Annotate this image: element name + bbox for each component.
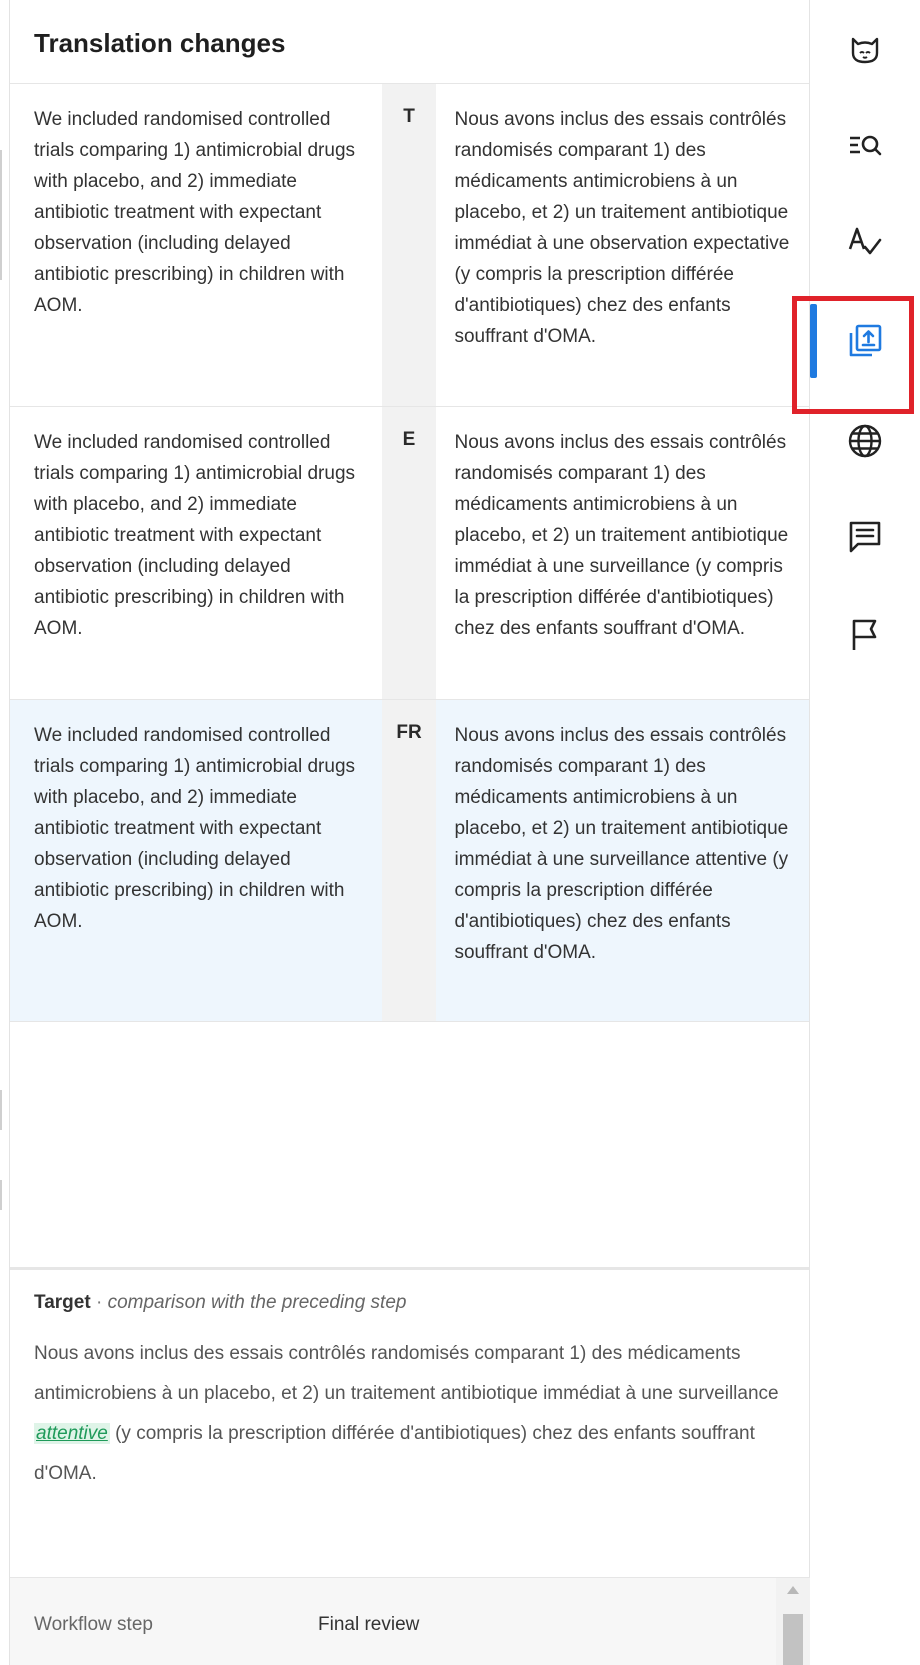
cat-icon	[851, 37, 879, 64]
metadata-scrollbar[interactable]	[776, 1578, 810, 1665]
panel-header: Translation changes	[10, 0, 809, 84]
change-row-selected[interactable]: We included randomised controlled trials…	[10, 700, 809, 1022]
search-list-icon	[850, 135, 882, 156]
detail-metadata: Workflow step Final review	[10, 1577, 810, 1665]
detail-text-after: (y compris la prescription différée d'an…	[34, 1423, 755, 1484]
target-text: Nous avons inclus des essais contrôlés r…	[454, 109, 790, 347]
globe-icon	[848, 424, 882, 458]
source-text: We included randomised controlled trials…	[34, 109, 356, 316]
edge-mark	[0, 150, 2, 280]
right-toolbar	[810, 0, 920, 1665]
flag-icon	[852, 619, 877, 650]
target-text: Nous avons inclus des essais contrôlés r…	[454, 432, 789, 639]
annotation-highlight-box	[792, 296, 914, 414]
detail-label: Target · comparison with the preceding s…	[34, 1292, 785, 1314]
scroll-thumb[interactable]	[783, 1614, 803, 1665]
inserted-text: attentive	[34, 1423, 110, 1444]
detail-target-text: Nous avons inclus des essais contrôlés r…	[34, 1334, 785, 1494]
detail-note: comparison with the preceding step	[107, 1292, 407, 1313]
background-app-edge	[0, 0, 10, 1665]
translation-changes-panel: Translation changes We included randomis…	[10, 0, 810, 1665]
tool-comments[interactable]	[810, 492, 920, 582]
detail-separator: ·	[90, 1292, 108, 1313]
tool-search-list[interactable]	[810, 100, 920, 190]
meta-key-workflow-step: Workflow step	[34, 1614, 153, 1635]
detail-text-before: Nous avons inclus des essais contrôlés r…	[34, 1343, 779, 1404]
meta-value-workflow-step: Final review	[318, 1614, 420, 1635]
workflow-step-badge: T	[381, 84, 437, 406]
change-detail: Target · comparison with the preceding s…	[10, 1270, 809, 1494]
scroll-up-arrow-icon[interactable]	[787, 1586, 799, 1594]
change-row[interactable]: We included randomised controlled trials…	[10, 407, 809, 700]
changes-list: We included randomised controlled trials…	[10, 84, 809, 1022]
tool-cat[interactable]	[810, 4, 920, 94]
tool-flag[interactable]	[810, 590, 920, 680]
workflow-step-badge: E	[381, 407, 437, 699]
change-row[interactable]: We included randomised controlled trials…	[10, 84, 809, 407]
workflow-step-badge: FR	[381, 700, 437, 1021]
empty-list-area	[10, 1022, 809, 1270]
comment-icon	[849, 521, 881, 553]
edge-mark	[0, 1180, 2, 1210]
source-text: We included randomised controlled trials…	[34, 725, 356, 932]
source-text: We included randomised controlled trials…	[34, 432, 356, 639]
edge-mark	[0, 1090, 2, 1130]
target-text: Nous avons inclus des essais contrôlés r…	[454, 725, 789, 963]
tool-spellcheck[interactable]	[810, 196, 920, 286]
detail-label-target: Target	[34, 1292, 91, 1313]
spellcheck-icon	[848, 227, 882, 255]
panel-title: Translation changes	[34, 28, 286, 58]
